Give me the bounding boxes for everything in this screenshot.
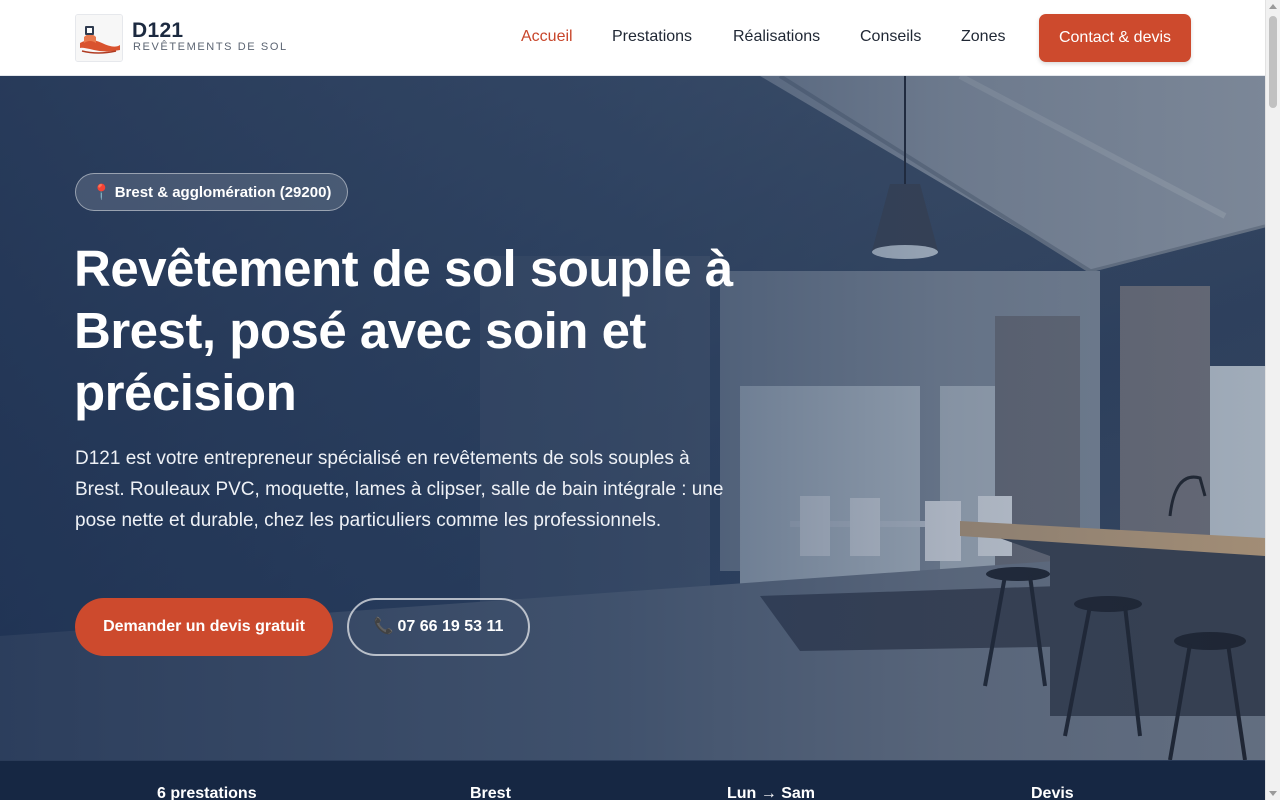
nav-prestations[interactable]: Prestations — [612, 28, 692, 46]
request-quote-button[interactable]: Demander un devis gratuit — [75, 598, 333, 656]
location-badge-label: Brest & agglomération (29200) — [114, 184, 332, 201]
stat-prestations: 6 prestations — [157, 785, 257, 802]
nav-zones[interactable]: Zones — [961, 28, 1005, 46]
brand-name[interactable]: D121 — [132, 19, 183, 43]
hero-description: D121 est votre entrepreneur spécialisé e… — [75, 448, 724, 531]
location-badge: 📍 Brest & agglomération (29200) — [75, 173, 349, 211]
stat-devis: Devis — [1031, 785, 1074, 802]
contact-devis-button[interactable]: Contact & devis — [1039, 14, 1191, 62]
stats-strip: 6 prestations Brest Lun → Sam Devis — [0, 760, 1265, 802]
nav-accueil[interactable]: Accueil — [521, 28, 573, 46]
nav-realisations[interactable]: Réalisations — [733, 28, 820, 46]
hero-title: Revêtement de sol souple à Brest, posé a… — [74, 240, 733, 421]
flooring-roll-logo-icon — [76, 15, 122, 61]
hero-section: 📍 Brest & agglomération (29200) Revêtemen… — [0, 76, 1265, 760]
logo[interactable] — [75, 14, 123, 62]
phone-call-button[interactable]: 📞 07 66 19 53 11 — [347, 598, 530, 656]
scroll-thumb[interactable] — [1269, 16, 1277, 108]
phone-number: 07 66 19 53 11 — [397, 618, 504, 635]
stat-location: Brest — [470, 785, 511, 802]
scroll-up-arrow-icon[interactable] — [1269, 4, 1277, 9]
brand-tagline: REVÊTEMENTS DE SOL — [133, 41, 288, 53]
site-header: D121 REVÊTEMENTS DE SOL Accueil Prestati… — [0, 0, 1265, 76]
page-scrollbar[interactable] — [1265, 0, 1280, 800]
phone-icon: 📞 — [373, 618, 394, 635]
scroll-down-arrow-icon[interactable] — [1269, 791, 1277, 796]
pin-icon: 📍 — [92, 184, 111, 201]
nav-conseils[interactable]: Conseils — [860, 28, 921, 46]
stat-hours: Lun → Sam — [727, 785, 816, 802]
